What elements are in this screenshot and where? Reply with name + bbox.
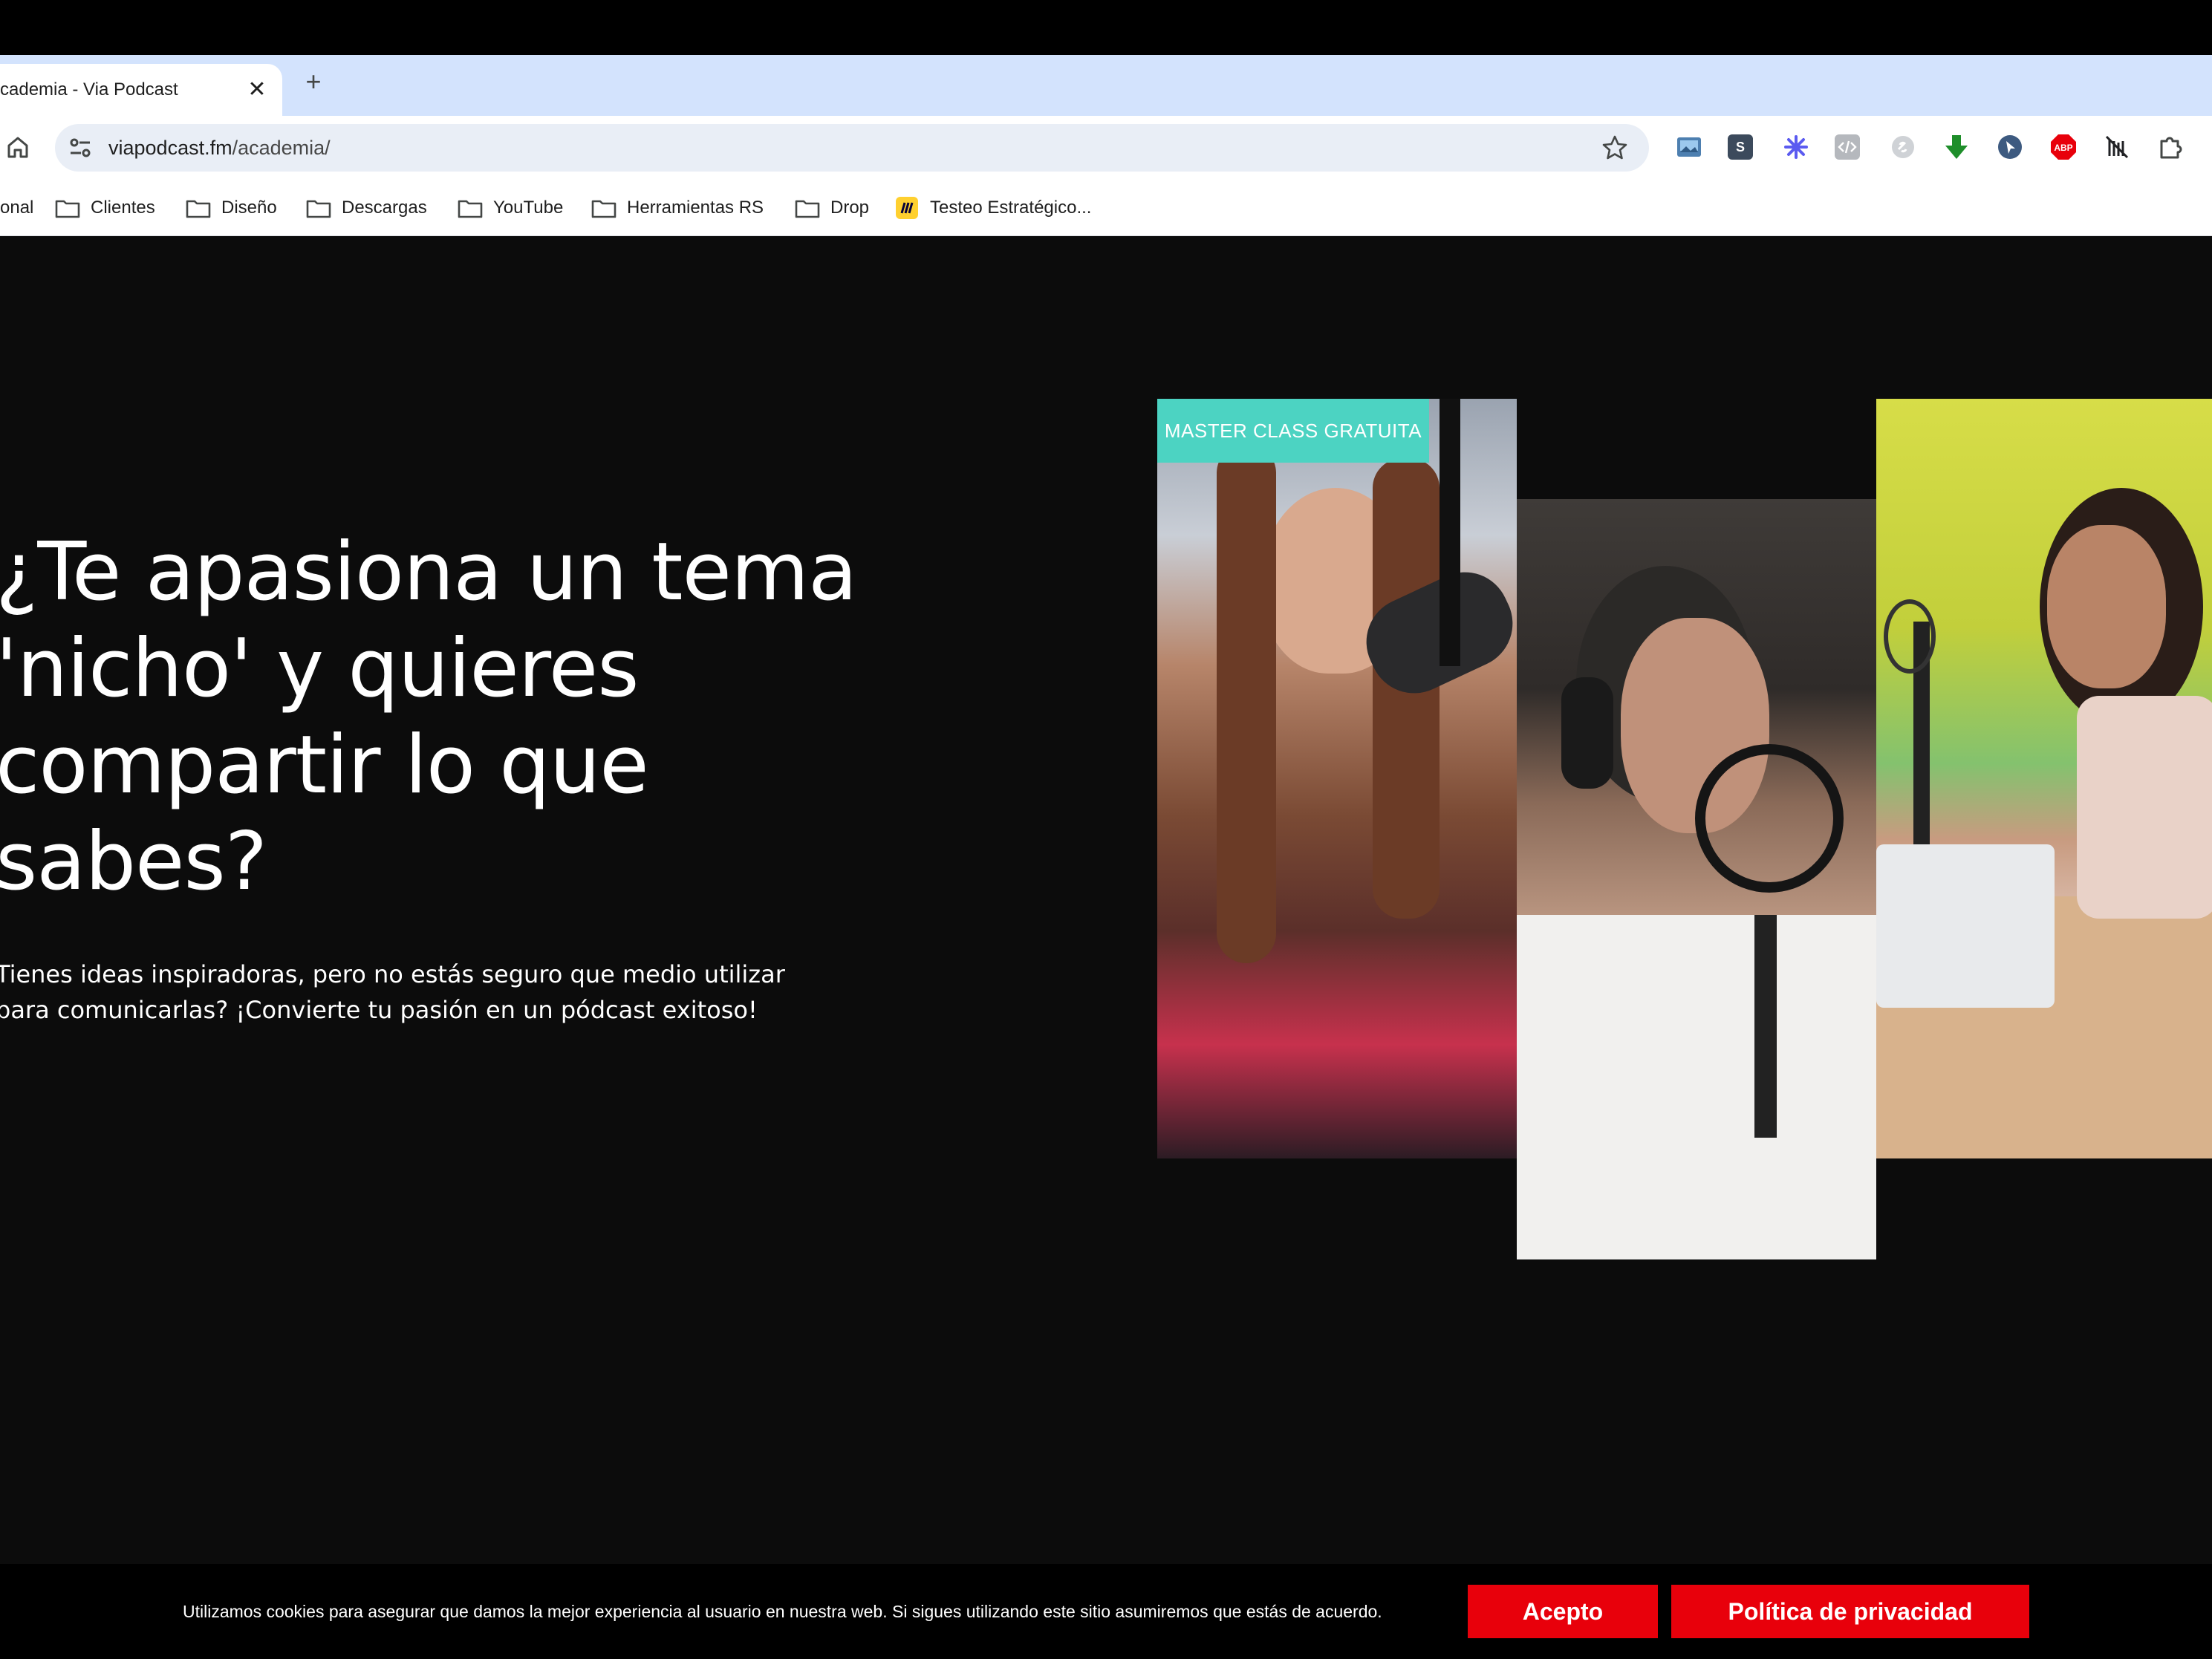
url-text[interactable]: viapodcast.fm/academia/ [108,124,331,172]
tab-strip: cademia - Via Podcast ✕ + [0,55,2212,116]
site-info-icon[interactable] [67,134,94,161]
bookmark-label: Herramientas RS [627,198,764,218]
privacy-policy-button[interactable]: Política de privacidad [1671,1585,2029,1638]
extensions-puzzle-icon[interactable] [2156,132,2185,162]
screen-top-bar [0,0,2212,55]
hero-title-line: compartir lo que [0,719,649,812]
link-extension-icon[interactable] [1888,132,1918,162]
hero-title-line: ¿Te apasiona un tema [0,526,857,619]
bookmark-label: Diseño [221,198,277,218]
folder-icon [795,200,820,218]
image-extension-icon[interactable] [1674,132,1704,162]
hero-title: ¿Te apasiona un tema 'nicho' y quieres c… [0,524,917,910]
photo-man-headphones [1517,499,1876,1259]
bookmark-testeo-estrategico[interactable]: Testeo Estratégico... [896,180,1119,236]
tab-close-icon[interactable]: ✕ [244,76,270,103]
code-extension-icon[interactable] [1835,134,1860,160]
accept-cookies-button[interactable]: Acepto [1468,1585,1658,1638]
bookmark-folder-youtube[interactable]: YouTube [458,180,584,236]
hero-subtitle-line: Tienes ideas inspiradoras, pero no estás… [0,960,785,988]
cursor-extension-icon[interactable] [1995,132,2025,162]
photo-woman-laptop [1876,399,2212,1158]
active-tab[interactable]: cademia - Via Podcast ✕ [0,64,282,116]
master-class-badge[interactable]: MASTER CLASS GRATUITA [1157,399,1429,463]
hero-subtitle-line: para comunicarlas? ¡Convierte tu pasión … [0,996,758,1024]
bookmark-label: Descargas [342,198,427,218]
bookmark-folder-clientes[interactable]: Clientes [55,180,166,236]
bookmark-star-icon[interactable] [1600,133,1630,163]
bookmark-label: onal [0,198,34,218]
s-extension-icon[interactable]: S [1728,134,1753,160]
asterisk-extension-icon[interactable] [1781,132,1811,162]
bookmark-folder-diseno[interactable]: Diseño [186,180,290,236]
bookmark-folder-descargas[interactable]: Descargas [306,180,440,236]
browser-toolbar: viapodcast.fm/academia/ S ABP [0,116,2212,180]
download-arrow-icon[interactable] [1942,132,1971,162]
bookmark-label: Testeo Estratégico... [930,198,1092,218]
folder-icon [591,200,617,218]
cookie-notice-text: Utilizamos cookies para asegurar que dam… [183,1602,1382,1621]
home-icon[interactable] [3,132,33,162]
hero-title-line: sabes? [0,815,267,908]
bookmark-folder-drop[interactable]: Drop [795,180,884,236]
hero-title-line: 'nicho' y quieres [0,622,640,715]
cookie-banner: Utilizamos cookies para asegurar que dam… [0,1564,2212,1659]
tab-title: cademia - Via Podcast [0,79,178,100]
new-tab-button[interactable]: + [297,65,330,98]
address-bar[interactable]: viapodcast.fm/academia/ [55,124,1649,172]
adblock-plus-icon[interactable]: ABP [2049,132,2078,162]
folder-icon [55,200,80,218]
bookmark-folder-personal[interactable]: onal [0,180,45,236]
adblock-label: ABP [2054,143,2072,153]
bookmark-label: Clientes [91,198,155,218]
folder-icon [306,200,331,218]
miro-icon [896,197,918,219]
folder-icon [458,200,483,218]
hero-subtitle: Tienes ideas inspiradoras, pero no estás… [0,956,813,1028]
bookmark-label: YouTube [493,198,564,218]
url-path: /academia/ [232,137,331,159]
bookmarks-bar: onal Clientes Diseño Descargas YouTube H… [0,180,2212,236]
no-tracking-extension-icon[interactable] [2102,132,2132,162]
photo-woman-microphone [1157,399,1517,1158]
folder-icon [186,200,211,218]
bookmark-label: Drop [830,198,870,218]
s-extension-label: S [1735,139,1745,154]
webpage: ¿Te apasiona un tema 'nicho' y quieres c… [0,236,2212,1659]
bookmark-folder-herramientas-rs[interactable]: Herramientas RS [591,180,784,236]
url-host: viapodcast.fm [108,137,232,159]
